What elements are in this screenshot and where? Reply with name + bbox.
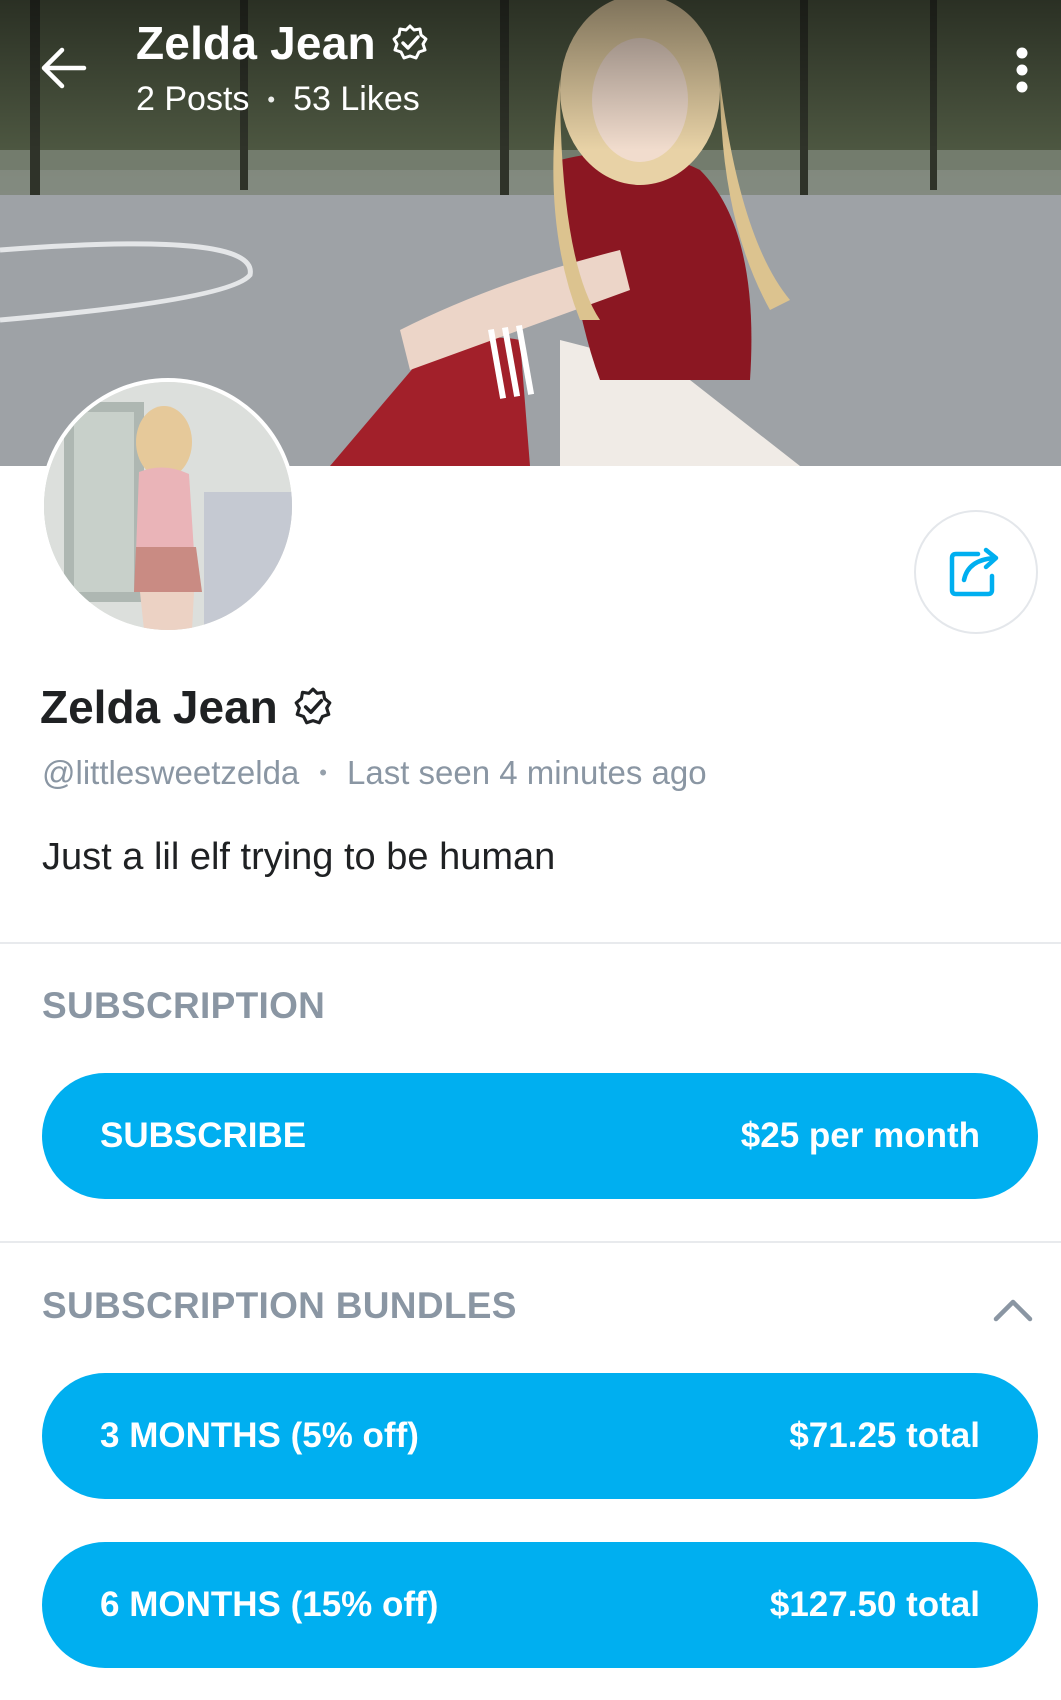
bundle-price: $71.25 total	[789, 1416, 980, 1455]
last-seen: Last seen 4 minutes ago	[346, 754, 707, 791]
bundle-3-months-button[interactable]: 3 MONTHS (5% off) $71.25 total	[42, 1373, 1038, 1499]
share-icon	[949, 547, 999, 597]
header-title: Zelda Jean	[136, 16, 430, 70]
profile-handle: @littlesweetzelda	[42, 754, 300, 791]
arrow-left-icon	[41, 47, 87, 89]
chevron-up-icon	[993, 1299, 1033, 1322]
profile-bio: Just a lil elf trying to be human	[42, 836, 556, 878]
subscribe-button-label: SUBSCRIBE	[100, 1116, 307, 1155]
avatar-image	[44, 382, 292, 630]
divider	[0, 942, 1061, 944]
share-button[interactable]	[914, 510, 1038, 634]
profile-name: Zelda Jean	[40, 681, 278, 733]
verified-badge-icon	[392, 24, 428, 60]
top-bar: Zelda Jean 2 Posts • 53 Likes	[0, 0, 1061, 130]
bundles-section-title: SUBSCRIPTION BUNDLES	[42, 1285, 517, 1326]
collapse-bundles-button[interactable]	[988, 1285, 1038, 1335]
header-stats: 2 Posts • 53 Likes	[136, 80, 420, 119]
bundle-label: 6 MONTHS (15% off)	[100, 1585, 439, 1624]
divider	[0, 1241, 1061, 1243]
bundle-price: $127.50 total	[769, 1585, 980, 1624]
bundle-label: 3 MONTHS (5% off)	[100, 1416, 419, 1455]
profile-page: Zelda Jean 2 Posts • 53 Likes Zelda Jean…	[0, 0, 1061, 1700]
subscribe-button[interactable]: SUBSCRIBE $25 per month	[42, 1073, 1038, 1199]
likes-count: 53 Likes	[293, 80, 420, 118]
separator-dot: •	[267, 86, 276, 112]
profile-name-row: Zelda Jean	[40, 680, 334, 734]
separator-dot: •	[319, 760, 327, 785]
header-name: Zelda Jean	[136, 17, 376, 69]
posts-count: 2 Posts	[136, 80, 250, 118]
more-vertical-icon	[1016, 47, 1028, 93]
bundle-6-months-button[interactable]: 6 MONTHS (15% off) $127.50 total	[42, 1542, 1038, 1668]
back-button[interactable]	[34, 38, 94, 98]
profile-meta: @littlesweetzelda • Last seen 4 minutes …	[42, 754, 707, 792]
more-options-button[interactable]	[1000, 40, 1044, 100]
subscription-section-title: SUBSCRIPTION	[42, 985, 326, 1026]
verified-badge-icon	[294, 687, 332, 725]
avatar[interactable]	[40, 378, 296, 634]
subscribe-price: $25 per month	[740, 1116, 980, 1155]
